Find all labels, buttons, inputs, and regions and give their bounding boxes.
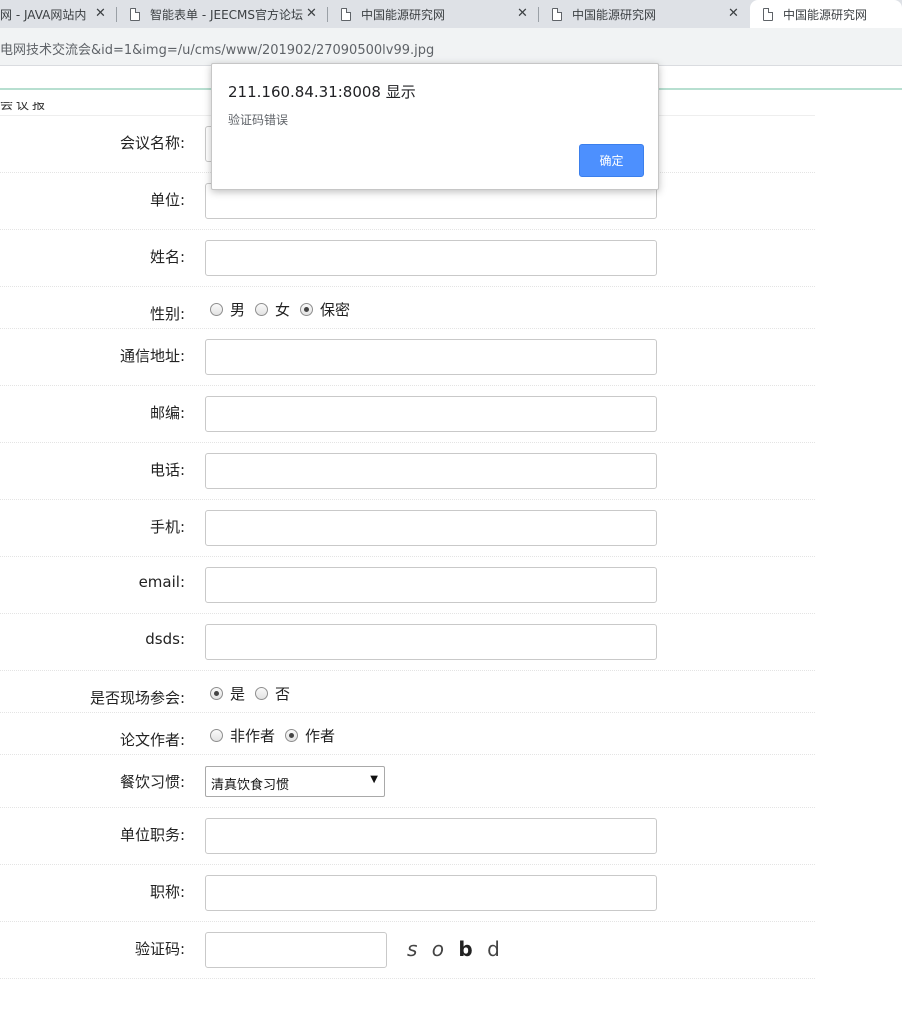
- form-row-captcha: 验证码: s o b d: [0, 922, 815, 979]
- mobile-label: 手机:: [149, 518, 185, 536]
- browser-tab-strip: 网 - JAVA网站内 ✕ 智能表单 - JEECMS官方论坛 ✕ 中国能源研究…: [0, 0, 902, 28]
- browser-tab-1[interactable]: 网 - JAVA网站内 ✕: [0, 0, 115, 28]
- form-row-name: 姓名:: [0, 230, 815, 287]
- attend-yes-label[interactable]: 是: [230, 683, 245, 704]
- name-input[interactable]: [205, 240, 657, 276]
- dialog-title: 211.160.84.31:8008 显示: [228, 83, 416, 101]
- address-bar[interactable]: 电网技术交流会&id=1&img=/u/cms/www/201902/27090…: [0, 28, 902, 66]
- gender-male-radio[interactable]: [210, 303, 223, 316]
- author-author-radio[interactable]: [285, 729, 299, 742]
- gender-female-radio[interactable]: [255, 303, 269, 316]
- gender-private-label[interactable]: 保密: [320, 299, 350, 320]
- attend-no-radio[interactable]: [255, 687, 269, 700]
- form-row-email: email:: [0, 557, 815, 614]
- captcha-label: 验证码:: [134, 940, 185, 958]
- form-row-dsds: dsds:: [0, 614, 815, 671]
- tab-title: 智能表单 - JEECMS官方论坛: [150, 7, 304, 22]
- gender-radio-group: 男 女 保密: [210, 299, 360, 320]
- gender-private-radio[interactable]: [300, 303, 314, 316]
- tab-close-icon[interactable]: ✕: [95, 6, 106, 21]
- author-radio-group: 非作者 作者: [210, 725, 345, 746]
- form-row-gender: 性别: 男 女 保密: [0, 287, 815, 329]
- tab-close-icon[interactable]: ✕: [306, 6, 317, 21]
- tab-title: 中国能源研究网: [361, 7, 446, 22]
- tab-separator: [327, 7, 328, 22]
- alert-dialog: 211.160.84.31:8008 显示 验证码错误 确定: [211, 63, 659, 190]
- attend-label: 是否现场参会:: [89, 689, 185, 707]
- professional-title-input[interactable]: [205, 875, 657, 911]
- browser-tab-4[interactable]: 中国能源研究网 ✕: [552, 0, 748, 28]
- tab-separator: [116, 7, 117, 22]
- url-text[interactable]: 电网技术交流会&id=1&img=/u/cms/www/201902/27090…: [0, 39, 434, 58]
- dsds-input[interactable]: [205, 624, 657, 660]
- form-row-address: 通信地址:: [0, 329, 815, 386]
- dsds-label: dsds:: [145, 630, 185, 648]
- captcha-char: o: [431, 937, 449, 961]
- browser-tab-3[interactable]: 中国能源研究网 ✕: [341, 0, 537, 28]
- attend-radio-group: 是 否: [210, 683, 300, 704]
- email-input[interactable]: [205, 567, 657, 603]
- gender-female-label[interactable]: 女: [275, 299, 290, 320]
- position-input[interactable]: [205, 818, 657, 854]
- gender-male-label[interactable]: 男: [230, 299, 245, 320]
- captcha-char: d: [487, 937, 504, 961]
- professional-title-label: 职称:: [149, 883, 185, 901]
- attend-yes-radio[interactable]: [210, 687, 223, 700]
- tab-close-icon[interactable]: ✕: [728, 6, 739, 21]
- email-label: email:: [138, 573, 185, 591]
- form-row-title: 职称:: [0, 865, 815, 922]
- address-label: 通信地址:: [119, 347, 185, 365]
- phone-input[interactable]: [205, 453, 657, 489]
- dialog-message: 验证码错误: [228, 113, 289, 127]
- gender-label: 性别:: [149, 305, 185, 323]
- page-heading: 会议报名: [0, 102, 60, 112]
- name-label: 姓名:: [149, 248, 185, 266]
- form-row-mobile: 手机:: [0, 500, 815, 557]
- phone-label: 电话:: [149, 461, 185, 479]
- author-non-author-label[interactable]: 非作者: [230, 725, 275, 746]
- author-label: 论文作者:: [119, 731, 185, 749]
- document-icon: [763, 7, 773, 21]
- unit-label: 单位:: [149, 191, 185, 209]
- captcha-input[interactable]: [205, 932, 387, 968]
- attend-no-label[interactable]: 否: [275, 683, 290, 704]
- tab-title: 网 - JAVA网站内: [0, 7, 87, 22]
- dialog-ok-button[interactable]: 确定: [579, 144, 644, 177]
- diet-label: 餐饮习惯:: [119, 773, 185, 791]
- address-input[interactable]: [205, 339, 657, 375]
- browser-tab-2[interactable]: 智能表单 - JEECMS官方论坛 ✕: [130, 0, 326, 28]
- captcha-char: s: [407, 937, 422, 961]
- form-row-attend: 是否现场参会: 是 否: [0, 671, 815, 713]
- meeting-name-label: 会议名称:: [119, 134, 185, 152]
- author-author-label[interactable]: 作者: [305, 725, 335, 746]
- form-row-phone: 电话:: [0, 443, 815, 500]
- document-icon: [130, 7, 140, 21]
- form-row-position: 单位职务:: [0, 808, 815, 865]
- author-non-author-radio[interactable]: [210, 729, 223, 742]
- form-row-author: 论文作者: 非作者 作者: [0, 713, 815, 755]
- position-label: 单位职务:: [119, 826, 185, 844]
- browser-tab-5[interactable]: 中国能源研究网: [750, 0, 902, 28]
- captcha-image[interactable]: s o b d: [407, 937, 504, 961]
- form-row-postcode: 邮编:: [0, 386, 815, 443]
- tab-title: 中国能源研究网: [572, 7, 657, 22]
- form-row-diet: 餐饮习惯: 清真饮食习惯 ▼: [0, 755, 815, 808]
- page-heading-text: 会议报名: [0, 102, 49, 112]
- tab-separator: [538, 7, 539, 22]
- postcode-input[interactable]: [205, 396, 657, 432]
- chevron-down-icon: ▼: [370, 774, 378, 785]
- mobile-input[interactable]: [205, 510, 657, 546]
- postcode-label: 邮编:: [149, 404, 185, 422]
- diet-select-value: 清真饮食习惯: [211, 778, 290, 793]
- tab-title: 中国能源研究网: [783, 7, 868, 22]
- captcha-char: b: [458, 937, 477, 961]
- document-icon: [552, 7, 562, 21]
- diet-select[interactable]: 清真饮食习惯 ▼: [205, 766, 385, 797]
- document-icon: [341, 7, 351, 21]
- tab-close-icon[interactable]: ✕: [517, 6, 528, 21]
